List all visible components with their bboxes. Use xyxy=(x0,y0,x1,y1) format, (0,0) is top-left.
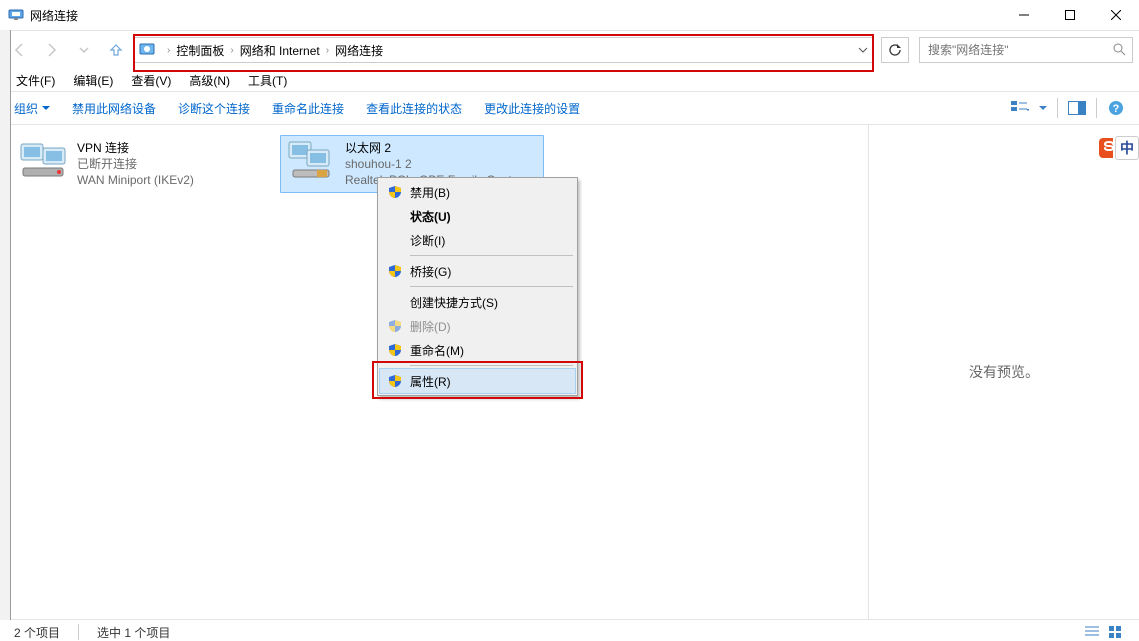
chevron-right-icon[interactable]: › xyxy=(161,45,176,56)
window-controls xyxy=(1001,0,1139,30)
breadcrumb-item[interactable]: 网络连接 xyxy=(335,42,383,59)
nav-row: › 控制面板 › 网络和 Internet › 网络连接 xyxy=(0,31,1139,69)
ctx-label: 重命名(M) xyxy=(410,342,464,359)
preview-pane-icon[interactable] xyxy=(1068,99,1086,117)
spacer xyxy=(388,295,402,309)
search-box[interactable] xyxy=(919,37,1133,63)
chevron-down-icon[interactable] xyxy=(858,45,868,55)
ctx-label: 状态(U) xyxy=(410,208,451,225)
connection-tile-vpn[interactable]: VPN 连接 已断开连接 WAN Miniport (IKEv2) xyxy=(12,135,276,193)
organize-label: 组织 xyxy=(14,100,38,117)
connection-name: 以太网 2 xyxy=(345,140,525,156)
connection-status: shouhou-1 2 xyxy=(345,156,525,172)
ctx-diagnose[interactable]: 诊断(I) xyxy=(380,228,575,252)
search-input[interactable] xyxy=(926,42,1108,58)
recent-dropdown[interactable] xyxy=(70,36,98,64)
ctx-separator xyxy=(410,255,573,256)
cmd-status[interactable]: 查看此连接的状态 xyxy=(366,100,462,117)
cmd-disable[interactable]: 禁用此网络设备 xyxy=(72,100,156,117)
chevron-down-icon xyxy=(42,104,50,112)
menu-advanced[interactable]: 高级(N) xyxy=(189,72,230,89)
ctx-disable[interactable]: 禁用(B) xyxy=(380,180,575,204)
sogou-icon xyxy=(1099,138,1113,158)
chevron-right-icon[interactable]: › xyxy=(224,45,239,56)
preview-pane: 没有预览。 xyxy=(868,125,1139,619)
menu-tools[interactable]: 工具(T) xyxy=(248,72,287,89)
divider xyxy=(78,624,79,640)
ctx-label: 创建快捷方式(S) xyxy=(410,294,498,311)
refresh-button[interactable] xyxy=(881,37,909,63)
ctx-label: 禁用(B) xyxy=(410,184,450,201)
preview-none: 没有预览。 xyxy=(969,362,1039,382)
shield-icon xyxy=(388,264,402,278)
vpn-icon xyxy=(19,140,67,182)
menubar: 文件(F) 编辑(E) 查看(V) 高级(N) 工具(T) xyxy=(0,69,1139,92)
statusbar: 2 个项目 选中 1 个项目 xyxy=(0,619,1139,641)
cmd-diagnose[interactable]: 诊断这个连接 xyxy=(178,100,250,117)
close-button[interactable] xyxy=(1093,0,1139,30)
ctx-label: 桥接(G) xyxy=(410,263,451,280)
ctx-properties[interactable]: 属性(R) xyxy=(379,368,576,394)
spacer xyxy=(388,209,402,223)
context-menu: 禁用(B) 状态(U) 诊断(I) 桥接(G) 创建快捷方式(S) 删除(D) … xyxy=(377,177,578,396)
shield-icon xyxy=(388,185,402,199)
maximize-button[interactable] xyxy=(1047,0,1093,30)
view-options-icon[interactable] xyxy=(1011,99,1029,117)
ctx-shortcut[interactable]: 创建快捷方式(S) xyxy=(380,290,575,314)
details-view-icon[interactable] xyxy=(1083,623,1101,641)
cmd-rename[interactable]: 重命名此连接 xyxy=(272,100,344,117)
ime-label: 中 xyxy=(1115,136,1139,160)
breadcrumb-item[interactable]: 控制面板 xyxy=(176,42,224,59)
svg-text:?: ? xyxy=(1113,103,1120,115)
minimize-button[interactable] xyxy=(1001,0,1047,30)
menu-view[interactable]: 查看(V) xyxy=(131,72,171,89)
network-icon xyxy=(8,6,24,25)
forward-button[interactable] xyxy=(38,36,66,64)
cropped-bg xyxy=(0,30,11,620)
ctx-separator xyxy=(410,286,573,287)
titlebar: 网络连接 xyxy=(0,0,1139,31)
shield-icon xyxy=(388,343,402,357)
ctx-label: 诊断(I) xyxy=(410,232,445,249)
connection-device: WAN Miniport (IKEv2) xyxy=(77,172,194,188)
organize-menu[interactable]: 组织 xyxy=(14,100,50,117)
chevron-down-icon[interactable] xyxy=(1039,104,1047,112)
chevron-right-icon[interactable]: › xyxy=(320,45,335,56)
divider xyxy=(1057,98,1058,118)
ctx-bridge[interactable]: 桥接(G) xyxy=(380,259,575,283)
ime-badge[interactable]: 中 xyxy=(1099,130,1139,166)
ctx-label: 删除(D) xyxy=(410,318,451,335)
shield-icon xyxy=(388,319,402,333)
ctx-separator xyxy=(410,365,573,366)
address-bar[interactable]: › 控制面板 › 网络和 Internet › 网络连接 xyxy=(134,37,873,63)
divider xyxy=(1096,98,1097,118)
tiles-view-icon[interactable] xyxy=(1107,623,1125,641)
help-icon[interactable]: ? xyxy=(1107,99,1125,117)
search-icon[interactable] xyxy=(1112,42,1126,59)
addr-icon xyxy=(139,41,155,60)
spacer xyxy=(388,233,402,247)
connection-status: 已断开连接 xyxy=(77,156,194,172)
command-bar: 组织 禁用此网络设备 诊断这个连接 重命名此连接 查看此连接的状态 更改此连接的… xyxy=(0,92,1139,125)
ctx-delete: 删除(D) xyxy=(380,314,575,338)
status-selected: 选中 1 个项目 xyxy=(97,624,170,641)
menu-edit[interactable]: 编辑(E) xyxy=(73,72,113,89)
up-button[interactable] xyxy=(102,36,130,64)
window-title: 网络连接 xyxy=(30,7,78,24)
cmd-change[interactable]: 更改此连接的设置 xyxy=(484,100,580,117)
status-count: 2 个项目 xyxy=(14,624,60,641)
shield-icon xyxy=(388,374,402,388)
ctx-status[interactable]: 状态(U) xyxy=(380,204,575,228)
menu-file[interactable]: 文件(F) xyxy=(16,72,55,89)
connection-name: VPN 连接 xyxy=(77,140,194,156)
ctx-rename[interactable]: 重命名(M) xyxy=(380,338,575,362)
ethernet-icon xyxy=(287,140,335,182)
ctx-label: 属性(R) xyxy=(410,373,451,390)
breadcrumb-item[interactable]: 网络和 Internet xyxy=(240,42,320,59)
